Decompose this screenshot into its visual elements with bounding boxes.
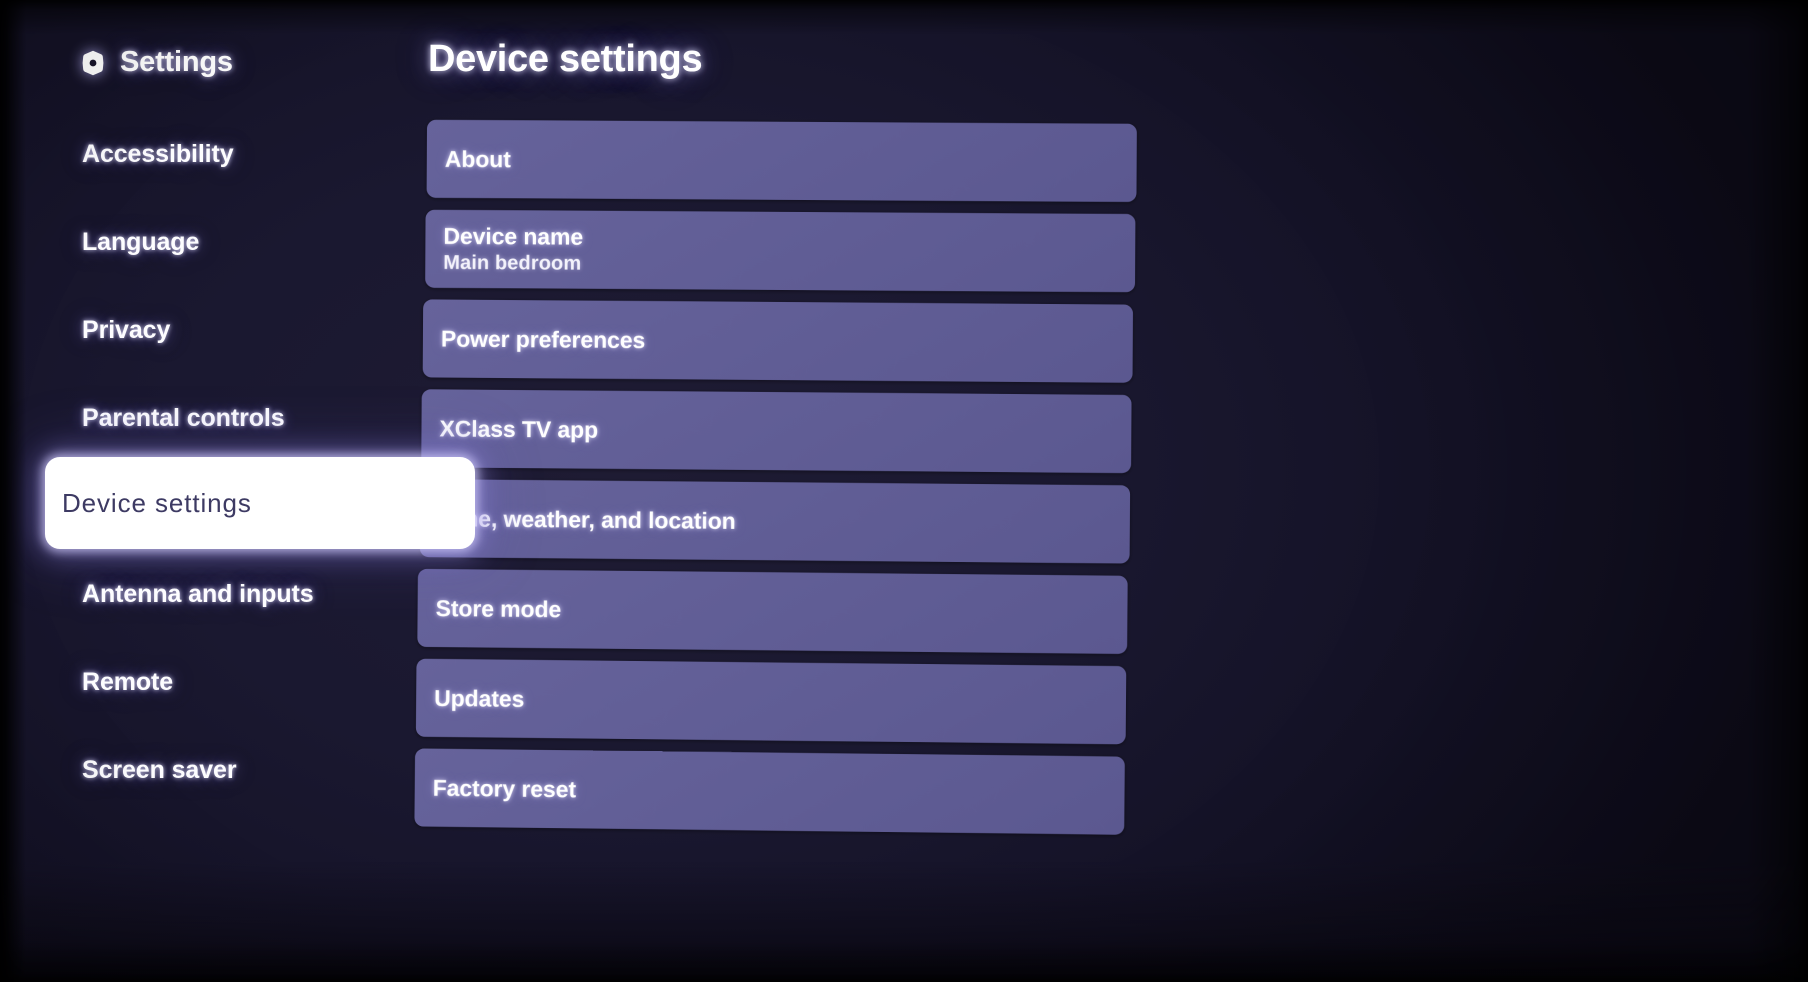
sidebar-header: Settings xyxy=(80,46,233,79)
sidebar-item-label: Language xyxy=(82,227,200,256)
settings-row-updates[interactable]: Updates xyxy=(415,658,1127,745)
settings-row-xclass-tv-app[interactable]: XClass TV app xyxy=(421,389,1132,474)
sidebar-item-device-settings[interactable]: Device settings xyxy=(0,457,480,550)
sidebar-title: Settings xyxy=(120,46,233,78)
settings-row-list: About Device name Main bedroom Power pre… xyxy=(414,119,1137,837)
sidebar-item-label: Parental controls xyxy=(82,403,285,432)
sidebar-item-label: Antenna and inputs xyxy=(82,579,314,608)
settings-row-store-mode[interactable]: Store mode xyxy=(417,568,1128,654)
row-subtitle: Main bedroom xyxy=(443,251,582,275)
sidebar-item-label: Device settings xyxy=(62,487,252,518)
row-title: Factory reset xyxy=(432,774,577,802)
sidebar-item-parental-controls[interactable]: Parental controls xyxy=(0,374,480,462)
sidebar-item-label: Accessibility xyxy=(82,139,234,168)
sidebar-item-remote[interactable]: Remote xyxy=(0,638,480,726)
sidebar-item-accessibility[interactable]: Accessibility xyxy=(0,110,480,198)
row-title: XClass TV app xyxy=(439,414,599,443)
row-title: Store mode xyxy=(435,594,562,622)
row-title: About xyxy=(444,145,511,172)
settings-row-about[interactable]: About xyxy=(426,119,1137,203)
sidebar-item-label: Screen saver xyxy=(82,755,237,784)
row-title: Device name xyxy=(443,222,584,250)
sidebar-item-label: Remote xyxy=(82,667,174,696)
sidebar-item-label: Privacy xyxy=(82,315,171,344)
gear-icon xyxy=(80,50,106,76)
sidebar-selected-highlight: Device settings xyxy=(45,457,475,549)
settings-sidebar: Settings Accessibility Language Privacy … xyxy=(0,0,480,982)
row-title: Power preferences xyxy=(440,325,646,353)
settings-row-time-weather-location[interactable]: Time, weather, and location xyxy=(419,479,1131,564)
sidebar-item-language[interactable]: Language xyxy=(0,198,480,286)
tv-settings-screen: Settings Accessibility Language Privacy … xyxy=(0,0,1808,982)
row-title: Time, weather, and location xyxy=(437,504,736,534)
settings-row-power-preferences[interactable]: Power preferences xyxy=(422,299,1134,383)
settings-row-factory-reset[interactable]: Factory reset xyxy=(414,748,1125,835)
row-title: Updates xyxy=(434,684,525,712)
sidebar-item-screen-saver[interactable]: Screen saver xyxy=(0,726,480,814)
settings-row-device-name[interactable]: Device name Main bedroom xyxy=(425,209,1136,293)
sidebar-item-antenna-and-inputs[interactable]: Antenna and inputs xyxy=(0,550,480,638)
sidebar-item-privacy[interactable]: Privacy xyxy=(0,286,480,374)
sidebar-nav-list: Accessibility Language Privacy Parental … xyxy=(0,110,480,814)
